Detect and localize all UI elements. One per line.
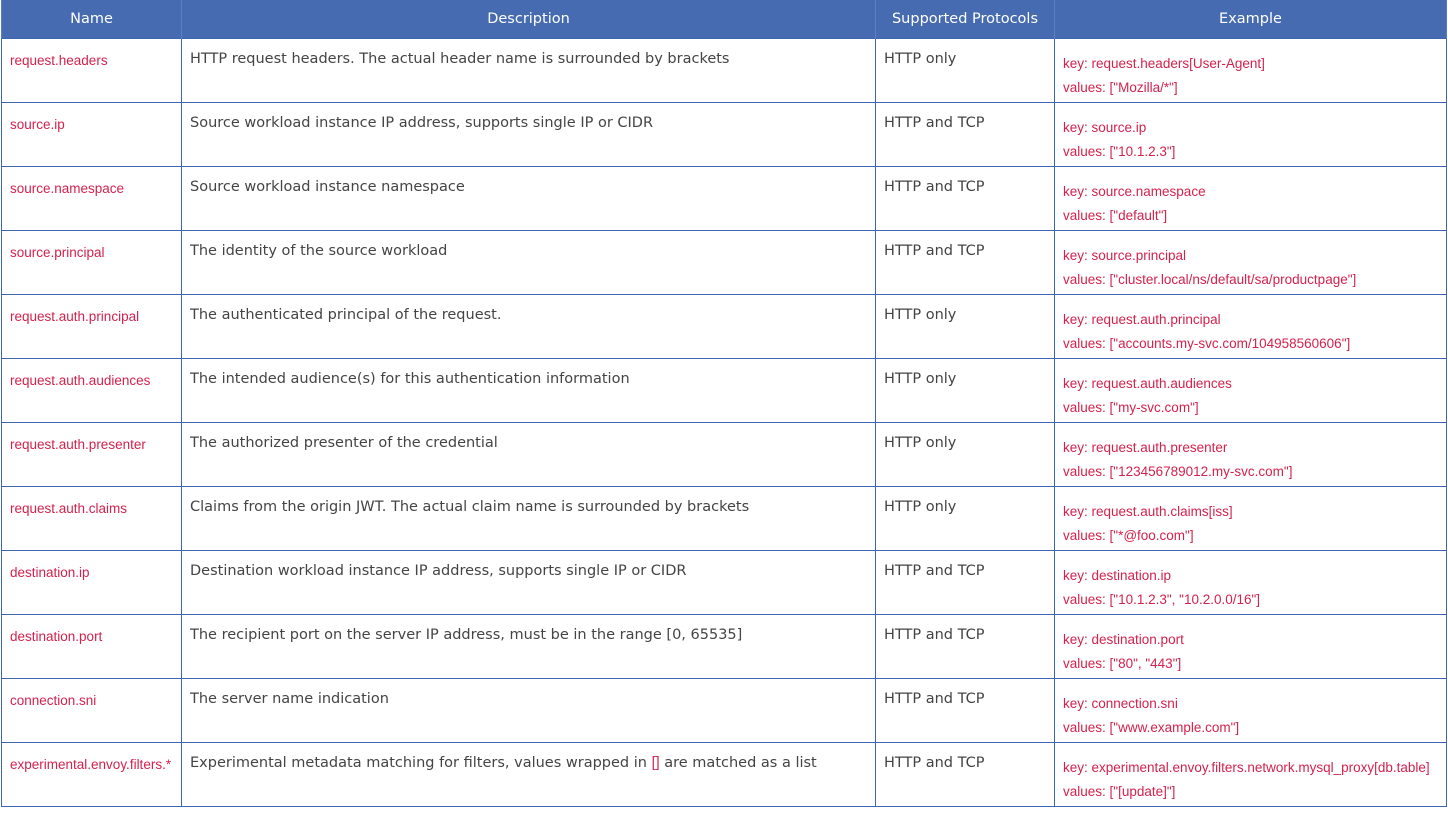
cell-description: Claims from the origin JWT. The actual c… (181, 486, 876, 551)
example-values: values: ["80", "443"] (1063, 656, 1182, 671)
header-description: Description (181, 0, 876, 39)
cell-protocols: HTTP only (875, 486, 1055, 551)
cell-example: key: source.principal values: ["cluster.l… (1054, 230, 1447, 295)
cell-protocols: HTTP and TCP (875, 230, 1055, 295)
example-key: key: source.principal (1063, 248, 1187, 263)
cell-description: The authenticated principal of the reque… (181, 294, 876, 359)
table-row: source.principal The identity of the sour… (1, 230, 1447, 295)
example-key: key: experimental.envoy.filters.network.… (1063, 760, 1430, 775)
cell-name: destination.port (1, 614, 182, 679)
header-protocols: Supported Protocols (875, 0, 1055, 39)
cell-description: The recipient port on the server IP addr… (181, 614, 876, 679)
cell-description: Source workload instance IP address, sup… (181, 102, 876, 167)
cell-protocols: HTTP only (875, 38, 1055, 103)
example-values: values: ["my-svc.com"] (1063, 400, 1199, 415)
example-key: key: source.ip (1063, 120, 1147, 135)
cell-example: key: source.ip values: ["10.1.2.3"] (1054, 102, 1447, 167)
cell-name: source.ip (1, 102, 182, 167)
table-row: source.namespace Source workload instance… (1, 166, 1447, 231)
cell-name: request.auth.principal (1, 294, 182, 359)
cell-example: key: request.auth.claims[iss] values: ["*… (1054, 486, 1447, 551)
cell-example: key: destination.ip values: ["10.1.2.3", … (1054, 550, 1447, 615)
example-key: key: request.auth.principal (1063, 312, 1221, 327)
example-key: key: request.auth.audiences (1063, 376, 1232, 391)
cell-description: Destination workload instance IP address… (181, 550, 876, 615)
cell-description: HTTP request headers. The actual header … (181, 38, 876, 103)
example-key: key: request.auth.presenter (1063, 440, 1228, 455)
description-text-after: are matched as a list (659, 755, 817, 771)
table-row: source.ip Source workload instance IP add… (1, 102, 1447, 167)
cell-name: request.auth.claims (1, 486, 182, 551)
cell-description: Experimental metadata matching for filte… (181, 742, 876, 807)
cell-protocols: HTTP and TCP (875, 102, 1055, 167)
cell-example: key: experimental.envoy.filters.network.… (1054, 742, 1447, 807)
cell-name: experimental.envoy.filters.* (1, 742, 182, 807)
example-values: values: ["Mozilla/*"] (1063, 80, 1178, 95)
example-values: values: ["cluster.local/ns/default/sa/pr… (1063, 272, 1357, 287)
table-row: destination.ip Destination workload insta… (1, 550, 1447, 615)
table-row: request.auth.audiences The intended audie… (1, 358, 1447, 423)
table-row: destination.port The recipient port on th… (1, 614, 1447, 679)
header-name: Name (1, 0, 182, 39)
cell-example: key: source.namespace values: ["default"] (1054, 166, 1447, 231)
cell-protocols: HTTP and TCP (875, 166, 1055, 231)
cell-example: key: connection.sni values: ["www.example… (1054, 678, 1447, 743)
table-row: request.auth.claims Claims from the origi… (1, 486, 1447, 551)
example-key: key: request.auth.claims[iss] (1063, 504, 1233, 519)
example-values: values: ["10.1.2.3", "10.2.0.0/16"] (1063, 592, 1261, 607)
header-example: Example (1054, 0, 1447, 39)
cell-description: The intended audience(s) for this authen… (181, 358, 876, 423)
cell-example: key: destination.port values: ["80", "443… (1054, 614, 1447, 679)
inline-code: [] (651, 755, 660, 771)
cell-description: Source workload instance namespace (181, 166, 876, 231)
example-key: key: destination.ip (1063, 568, 1172, 583)
cell-name: connection.sni (1, 678, 182, 743)
table-row: request.auth.presenter The authorized pre… (1, 422, 1447, 487)
table-row-last: experimental.envoy.filters.* Experimenta… (1, 742, 1447, 807)
cell-name: request.auth.presenter (1, 422, 182, 487)
cell-protocols: HTTP and TCP (875, 742, 1055, 807)
cell-example: key: request.auth.principal values: ["acc… (1054, 294, 1447, 359)
cell-name: request.headers (1, 38, 182, 103)
cell-protocols: HTTP and TCP (875, 614, 1055, 679)
header-row: Name Description Supported Protocols Exa… (1, 0, 1447, 39)
cell-name: source.principal (1, 230, 182, 295)
cell-example: key: request.auth.audiences values: ["my-… (1054, 358, 1447, 423)
example-values: values: ["default"] (1063, 208, 1168, 223)
cell-example: key: request.auth.presenter values: ["123… (1054, 422, 1447, 487)
cell-description: The server name indication (181, 678, 876, 743)
table-row: request.auth.principal The authenticated … (1, 294, 1447, 359)
example-values: values: ["www.example.com"] (1063, 720, 1240, 735)
example-key: key: source.namespace (1063, 184, 1206, 199)
attributes-table: Name Description Supported Protocols Exa… (1, 0, 1447, 807)
example-values: values: ["*@foo.com"] (1063, 528, 1194, 543)
table-row: connection.sni The server name indication… (1, 678, 1447, 743)
cell-description: The authorized presenter of the credenti… (181, 422, 876, 487)
cell-protocols: HTTP only (875, 422, 1055, 487)
table-body: request.headers HTTP request headers. The… (1, 38, 1447, 807)
cell-name: destination.ip (1, 550, 182, 615)
cell-protocols: HTTP only (875, 294, 1055, 359)
cell-description: The identity of the source workload (181, 230, 876, 295)
example-key: key: destination.port (1063, 632, 1184, 647)
example-values: values: ["10.1.2.3"] (1063, 144, 1176, 159)
cell-protocols: HTTP only (875, 358, 1055, 423)
example-values: values: ["123456789012.my-svc.com"] (1063, 464, 1293, 479)
example-values: values: ["[update]"] (1063, 784, 1176, 799)
table-row: request.headers HTTP request headers. The… (1, 38, 1447, 103)
example-key: key: connection.sni (1063, 696, 1178, 711)
cell-protocols: HTTP and TCP (875, 550, 1055, 615)
example-values: values: ["accounts.my-svc.com/1049585606… (1063, 336, 1351, 351)
description-text-before: Experimental metadata matching for filte… (190, 755, 652, 771)
cell-name: request.auth.audiences (1, 358, 182, 423)
cell-protocols: HTTP and TCP (875, 678, 1055, 743)
cell-name: source.namespace (1, 166, 182, 231)
example-key: key: request.headers[User-Agent] (1063, 56, 1265, 71)
table-header: Name Description Supported Protocols Exa… (1, 0, 1447, 39)
cell-example: key: request.headers[User-Agent] values: … (1054, 38, 1447, 103)
